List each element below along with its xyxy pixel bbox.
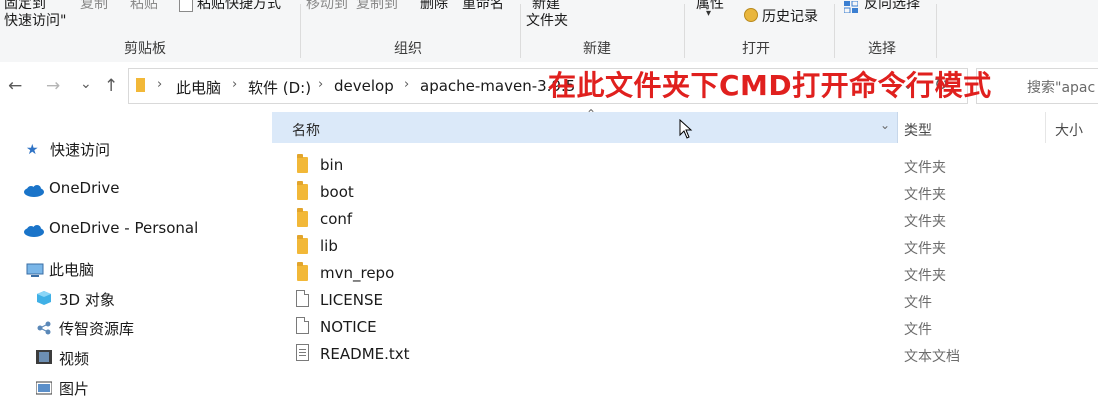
column-dropdown-icon[interactable]: ⌄ [880, 118, 890, 132]
file-type: 文本文档 [904, 349, 960, 365]
folder-icon [136, 78, 145, 92]
file-type: 文件夹 [904, 241, 946, 257]
up-button[interactable]: ↑ [104, 76, 118, 96]
breadcrumb-develop[interactable]: develop [334, 77, 394, 95]
column-header-type[interactable]: 类型 [904, 120, 932, 140]
text-file-icon [296, 344, 309, 361]
file-name[interactable]: conf [320, 210, 352, 228]
list-item[interactable]: boot 文件夹 [292, 180, 1098, 206]
invert-selection-button[interactable]: 反向选择 [864, 0, 920, 13]
file-name[interactable]: mvn_repo [320, 264, 394, 282]
clipboard-group-label: 剪贴板 [124, 41, 166, 57]
file-icon [296, 317, 309, 334]
folder-icon [297, 208, 308, 227]
sidebar-item-onedrive[interactable]: OneDrive [49, 179, 120, 197]
chevron-right-icon[interactable]: › [232, 77, 237, 92]
open-group-label: 打开 [742, 41, 770, 57]
share-icon [36, 320, 52, 340]
red-annotation-text: 在此文件夹下CMD打开命令行模式 [548, 69, 992, 102]
select-group-label: 选择 [868, 41, 896, 57]
file-icon [296, 290, 309, 307]
list-item[interactable]: conf 文件夹 [292, 207, 1098, 233]
file-type: 文件夹 [904, 214, 946, 230]
cloud-icon [23, 222, 45, 241]
file-type: 文件夹 [904, 187, 946, 203]
new-folder-button[interactable]: 文件夹 [526, 10, 568, 30]
star-icon: ★ [26, 142, 39, 158]
chevron-right-icon[interactable]: › [318, 77, 323, 92]
search-placeholder[interactable]: 搜索"apac [1027, 77, 1095, 97]
copy-to-button[interactable]: 复制到 [356, 0, 398, 13]
copy-button[interactable]: 复制 [80, 0, 108, 13]
sidebar-item-3d-objects[interactable]: 3D 对象 [59, 289, 115, 310]
folder-icon [297, 154, 308, 173]
ribbon-separator [834, 4, 835, 58]
history-icon [744, 8, 758, 22]
ribbon: 固定到 快速访问" 复制 粘贴 粘贴快捷方式 剪贴板 移动到 复制到 删除 重命… [0, 0, 1098, 63]
new-group-label: 新建 [583, 41, 611, 57]
file-type: 文件 [904, 295, 932, 311]
picture-icon [35, 380, 53, 399]
chevron-right-icon[interactable]: › [157, 77, 162, 92]
paste-button[interactable]: 粘贴 [130, 0, 158, 13]
file-name[interactable]: bin [320, 156, 343, 174]
folder-icon [297, 235, 308, 254]
sidebar-item-quick-access[interactable]: 快速访问 [50, 139, 110, 160]
search-box[interactable]: 搜索"apac [976, 68, 1098, 104]
list-item[interactable]: README.txt 文本文档 [292, 342, 1098, 368]
history-button[interactable]: 历史记录 [762, 6, 818, 26]
sort-ascending-icon: ⌃ [586, 107, 597, 121]
file-type: 文件夹 [904, 268, 946, 284]
ribbon-separator [936, 4, 937, 58]
cube-3d-icon [36, 290, 52, 310]
chevron-down-icon[interactable]: ▾ [706, 8, 711, 19]
forward-button[interactable]: → [46, 76, 60, 96]
computer-icon [26, 262, 44, 281]
ribbon-separator [684, 4, 685, 58]
column-header-name-label[interactable]: 名称 [292, 120, 320, 140]
back-button[interactable]: ← [8, 76, 22, 96]
delete-button[interactable]: 删除 [420, 0, 448, 13]
move-to-button[interactable]: 移动到 [306, 0, 348, 13]
sidebar-item-videos[interactable]: 视频 [59, 348, 89, 369]
file-name[interactable]: NOTICE [320, 318, 377, 336]
organize-group-label: 组织 [394, 41, 422, 57]
paste-shortcut-icon [179, 0, 193, 12]
invert-selection-icon [843, 0, 859, 14]
list-item[interactable]: NOTICE 文件 [292, 315, 1098, 341]
breadcrumb-this-pc[interactable]: 此电脑 [176, 77, 221, 98]
recent-locations-button[interactable]: ⌄ [80, 74, 92, 94]
sidebar-item-chuanzhi-library[interactable]: 传智资源库 [59, 318, 134, 339]
ribbon-separator [300, 4, 301, 58]
file-name[interactable]: boot [320, 183, 354, 201]
sidebar-item-this-pc[interactable]: 此电脑 [49, 259, 94, 280]
folder-icon [297, 181, 308, 200]
column-header-name[interactable] [272, 112, 898, 143]
pin-quick-access-label[interactable]: 快速访问" [4, 10, 66, 30]
column-header-size[interactable]: 大小 [1055, 120, 1083, 140]
file-type: 文件 [904, 322, 932, 338]
file-name[interactable]: LICENSE [320, 291, 383, 309]
chevron-right-icon[interactable]: › [404, 77, 409, 92]
video-icon [36, 349, 52, 369]
sidebar-item-pictures[interactable]: 图片 [59, 378, 89, 399]
list-item[interactable]: mvn_repo 文件夹 [292, 261, 1098, 287]
folder-icon [297, 262, 308, 281]
column-divider[interactable] [1045, 112, 1046, 143]
sidebar-item-onedrive-personal[interactable]: OneDrive - Personal [49, 219, 198, 237]
list-item[interactable]: LICENSE 文件 [292, 288, 1098, 314]
file-name[interactable]: README.txt [320, 345, 410, 363]
rename-button[interactable]: 重命名 [462, 0, 504, 13]
mouse-cursor-icon [679, 118, 693, 143]
list-item[interactable]: lib 文件夹 [292, 234, 1098, 260]
list-item[interactable]: bin 文件夹 [292, 153, 1098, 179]
cloud-icon [23, 182, 45, 201]
paste-shortcut-button[interactable]: 粘贴快捷方式 [197, 0, 281, 13]
breadcrumb-drive-d[interactable]: 软件 (D:) [248, 77, 311, 98]
file-type: 文件夹 [904, 160, 946, 176]
ribbon-separator [520, 4, 521, 58]
file-name[interactable]: lib [320, 237, 338, 255]
